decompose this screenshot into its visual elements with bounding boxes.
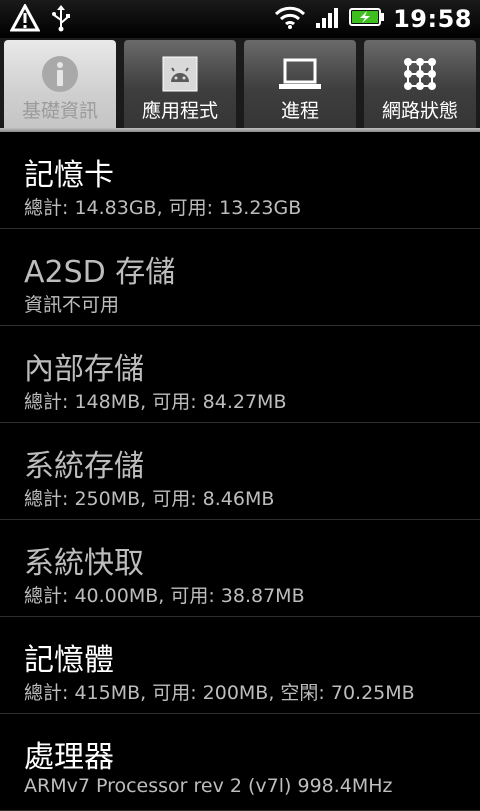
list-item-system-cache[interactable]: 系統快取 總計: 40.00MB, 可用: 38.87MB — [0, 520, 480, 617]
item-title: 系統快取 — [24, 546, 144, 581]
tab-label: 進程 — [280, 100, 319, 122]
item-title: 處理器 — [24, 740, 114, 775]
list-item-memory[interactable]: 記憶體 總計: 415MB, 可用: 200MB, 空閑: 70.25MB — [0, 617, 480, 714]
tab-processes[interactable]: 進程 — [244, 40, 356, 130]
list-item-sd-card[interactable]: 記憶卡 總計: 14.83GB, 可用: 13.23GB — [0, 132, 480, 229]
status-time: 19:58 — [393, 5, 472, 33]
usb-icon — [50, 4, 72, 36]
list-item-processor[interactable]: 處理器 ARMv7 Processor rev 2 (v7l) 998.4MHz — [0, 714, 480, 811]
list-item-internal-storage[interactable]: 內部存儲 總計: 148MB, 可用: 84.27MB — [0, 326, 480, 423]
tab-label: 基礎資訊 — [21, 100, 98, 122]
item-detail: 總計: 148MB, 可用: 84.27MB — [24, 391, 287, 413]
battery-charging-icon — [349, 7, 385, 31]
android-app-icon — [160, 54, 200, 98]
wifi-icon — [273, 4, 307, 34]
item-title: 記憶卡 — [24, 158, 114, 193]
laptop-icon — [276, 54, 324, 98]
network-grid-icon — [400, 54, 440, 98]
item-title: 記憶體 — [24, 643, 114, 678]
tab-basic-info[interactable]: 基礎資訊 — [4, 40, 116, 130]
tab-applications[interactable]: 應用程式 — [124, 40, 236, 130]
item-title: 系統存儲 — [24, 449, 144, 484]
item-detail: ARMv7 Processor rev 2 (v7l) 998.4MHz — [24, 775, 393, 797]
tab-bar: 基礎資訊 應用程式 進程 網路狀態 — [0, 38, 480, 130]
signal-icon — [315, 5, 341, 33]
status-bar: 19:58 — [0, 0, 480, 38]
item-title: 內部存儲 — [24, 352, 144, 387]
info-list: 記憶卡 總計: 14.83GB, 可用: 13.23GB A2SD 存儲 資訊不… — [0, 132, 480, 811]
tab-network-status[interactable]: 網路狀態 — [364, 40, 476, 130]
tab-label: 應用程式 — [141, 100, 218, 122]
item-detail: 總計: 415MB, 可用: 200MB, 空閑: 70.25MB — [24, 682, 415, 704]
item-title: A2SD 存儲 — [24, 255, 176, 290]
item-detail: 總計: 40.00MB, 可用: 38.87MB — [24, 585, 305, 607]
tab-label: 網路狀態 — [381, 100, 458, 122]
item-detail: 總計: 14.83GB, 可用: 13.23GB — [24, 197, 302, 219]
list-item-a2sd-storage[interactable]: A2SD 存儲 資訊不可用 — [0, 229, 480, 326]
warning-icon — [9, 2, 41, 36]
info-icon — [40, 54, 80, 98]
list-item-system-storage[interactable]: 系統存儲 總計: 250MB, 可用: 8.46MB — [0, 423, 480, 520]
item-detail: 總計: 250MB, 可用: 8.46MB — [24, 488, 275, 510]
item-detail: 資訊不可用 — [24, 294, 120, 316]
